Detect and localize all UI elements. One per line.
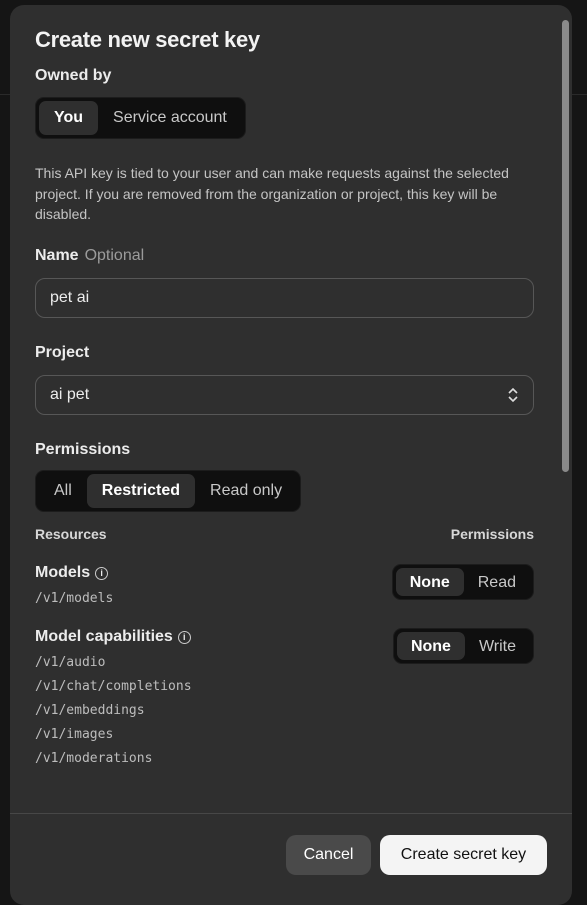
models-permission-toggle: None Read [391,563,534,600]
permissions-label: Permissions [35,440,131,458]
resource-name: Models [35,563,91,581]
dialog-footer: Cancel Create secret key [10,813,572,903]
project-select[interactable]: ai pet [35,374,534,415]
endpoint: /v1/chat/completions [35,678,192,694]
endpoint: /v1/audio [35,654,106,670]
resources-header: Resources [35,525,107,542]
cancel-button[interactable]: Cancel [286,835,371,875]
resource-name: Model capabilities [35,627,173,645]
permissions-header: Permissions [450,525,534,542]
owned-by-you[interactable]: You [39,101,99,135]
resource-models: Models i /v1/models None Read [35,563,534,606]
chevron-up-down-icon [508,387,518,402]
name-input-value: pet ai [50,288,90,306]
models-none[interactable]: None [395,567,464,596]
owner-description: This API key is tied to your user and ca… [35,165,509,222]
permissions-read-only[interactable]: Read only [195,474,297,508]
scrollbar-thumb[interactable] [562,20,569,472]
create-secret-key-button[interactable]: Create secret key [380,835,547,875]
permissions-all[interactable]: All [39,474,87,508]
dialog-body[interactable]: Create new secret key Owned by You Servi… [10,5,572,813]
project-label: Project [35,343,90,361]
name-label: Name [35,246,79,264]
capabilities-write[interactable]: Write [465,632,530,660]
owned-by-service-account[interactable]: Service account [98,101,242,135]
create-secret-key-dialog: Create new secret key Owned by You Servi… [10,5,572,905]
dialog-title: Create new secret key [35,27,260,52]
endpoint: /v1/moderations [35,750,153,766]
info-icon[interactable]: i [177,630,191,644]
name-optional-hint: Optional [84,246,145,264]
name-input[interactable]: pet ai [35,277,534,318]
endpoint: /v1/images [35,726,114,742]
owned-by-toggle: You Service account [35,97,246,139]
project-select-value: ai pet [50,385,90,403]
permissions-toggle: All Restricted Read only [35,469,302,512]
capabilities-none[interactable]: None [396,631,465,660]
info-icon[interactable]: i [95,566,109,580]
owned-by-label: Owned by [35,67,112,84]
endpoint: /v1/embeddings [35,702,145,718]
capabilities-permission-toggle: None Write [392,627,534,664]
permissions-restricted[interactable]: Restricted [86,473,196,508]
models-read[interactable]: Read [464,568,530,596]
endpoint: /v1/models [35,590,114,606]
resource-model-capabilities: Model capabilities i /v1/audio /v1/chat/c… [35,627,534,766]
